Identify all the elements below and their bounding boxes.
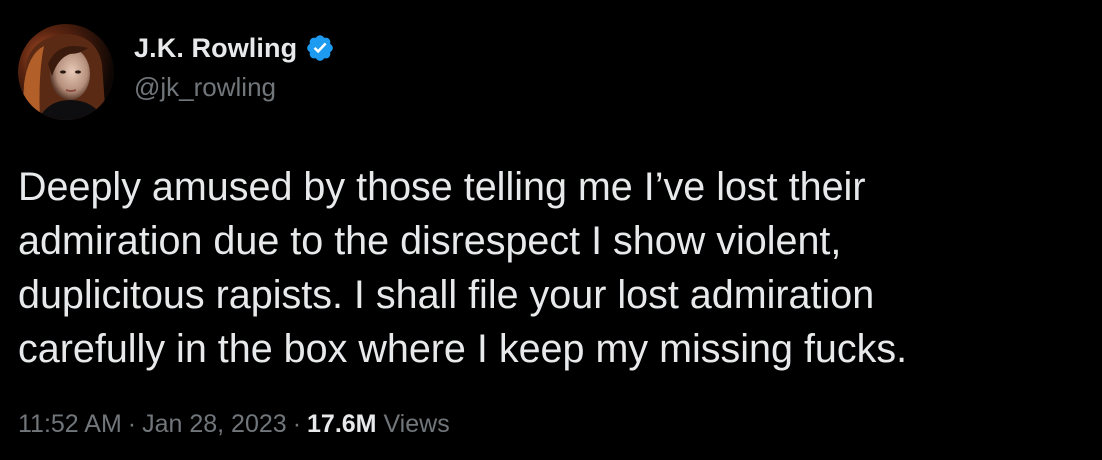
tweet-date[interactable]: Jan 28, 2023	[142, 410, 287, 438]
separator-dot: ·	[292, 410, 302, 438]
avatar[interactable]	[18, 24, 114, 120]
name-row: J.K. Rowling	[134, 30, 335, 66]
tweet-text-line: carefully in the box where I keep my mis…	[18, 327, 908, 371]
tweet-metadata: 11:52 AM · Jan 28, 2023 · 17.6M Views	[18, 410, 450, 439]
tweet-text: Deeply amused by those telling me I’ve l…	[18, 160, 1093, 376]
separator-dot: ·	[127, 410, 137, 438]
tweet-text-line: admiration due to the disrespect I show …	[18, 219, 842, 263]
author-handle[interactable]: @jk_rowling	[134, 72, 335, 103]
avatar-photo	[18, 24, 114, 120]
author-info: J.K. Rowling @jk_rowling	[134, 30, 335, 103]
tweet-text-line: Deeply amused by those telling me I’ve l…	[18, 165, 866, 209]
tweet-text-line: duplicitous rapists. I shall file your l…	[18, 273, 875, 317]
tweet-time[interactable]: 11:52 AM	[18, 410, 122, 438]
author-display-name[interactable]: J.K. Rowling	[134, 33, 297, 64]
views-label: Views	[383, 410, 450, 438]
tweet-card: J.K. Rowling @jk_rowling Deeply amused b…	[0, 0, 1102, 460]
views-count[interactable]: 17.6M	[307, 410, 376, 438]
verified-badge-icon[interactable]	[305, 33, 335, 63]
